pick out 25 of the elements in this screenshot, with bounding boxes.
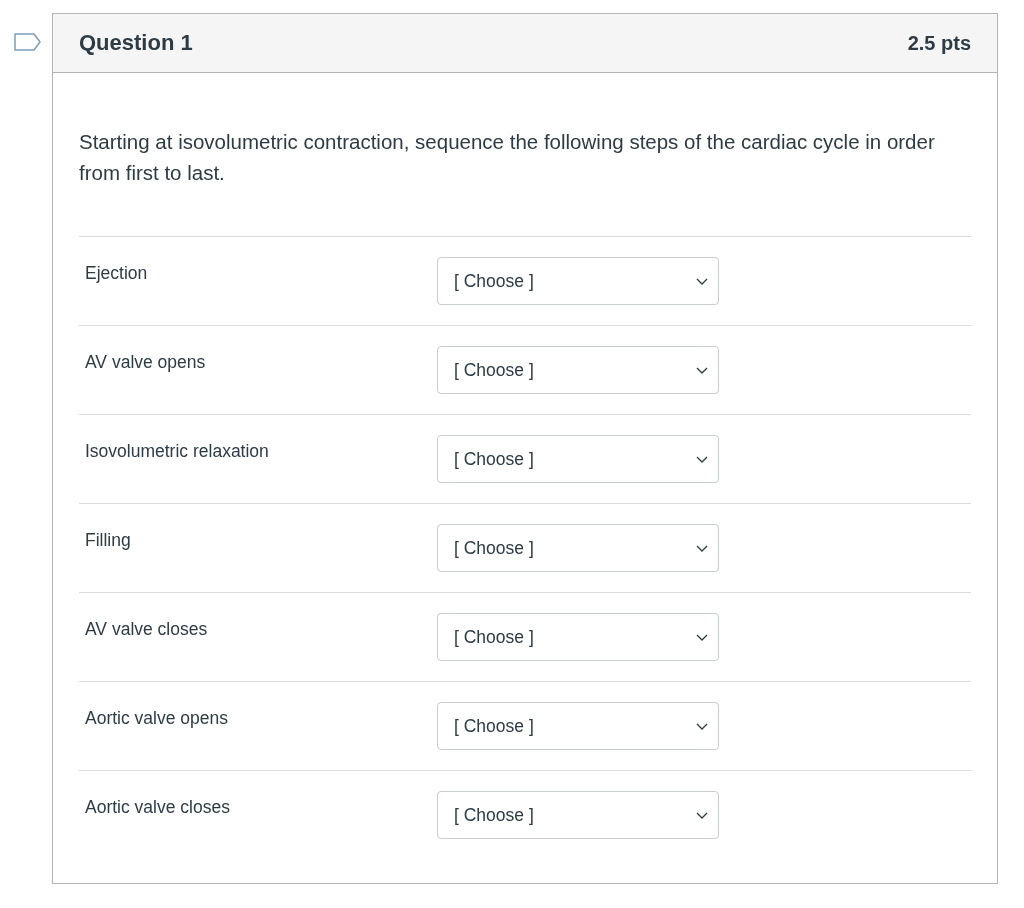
match-label: Aortic valve opens (85, 707, 229, 730)
match-label: AV valve closes (85, 618, 209, 641)
match-label: Isovolumetric relaxation (85, 440, 270, 463)
dropdown[interactable]: [ Choose ] (437, 346, 719, 394)
chevron-down-icon (696, 544, 708, 552)
question-title: Question 1 (79, 29, 193, 57)
chevron-down-icon (696, 811, 708, 819)
dropdown[interactable]: [ Choose ] (437, 613, 719, 661)
dropdown[interactable]: [ Choose ] (437, 435, 719, 483)
chevron-down-icon (696, 455, 708, 463)
points-label: 2.5 pts (907, 31, 971, 56)
dropdown[interactable]: [ Choose ] (437, 524, 719, 572)
chevron-down-icon (696, 277, 708, 285)
chevron-down-icon (696, 366, 708, 374)
chevron-down-icon (696, 722, 708, 730)
match-label: AV valve opens (85, 351, 207, 374)
match-label: Filling (85, 529, 132, 552)
dropdown[interactable]: [ Choose ] (437, 257, 719, 305)
dropdown[interactable]: [ Choose ] (437, 791, 719, 839)
match-label: Ejection (85, 262, 149, 285)
chevron-down-icon (696, 633, 708, 641)
dropdown[interactable]: [ Choose ] (437, 702, 719, 750)
flag-icon[interactable] (14, 33, 41, 51)
question-text: Starting at isovolumetric contraction, sequence the following steps of the cardiac cycle in order from first to last. (79, 129, 936, 186)
match-label: Aortic valve closes (85, 796, 231, 819)
